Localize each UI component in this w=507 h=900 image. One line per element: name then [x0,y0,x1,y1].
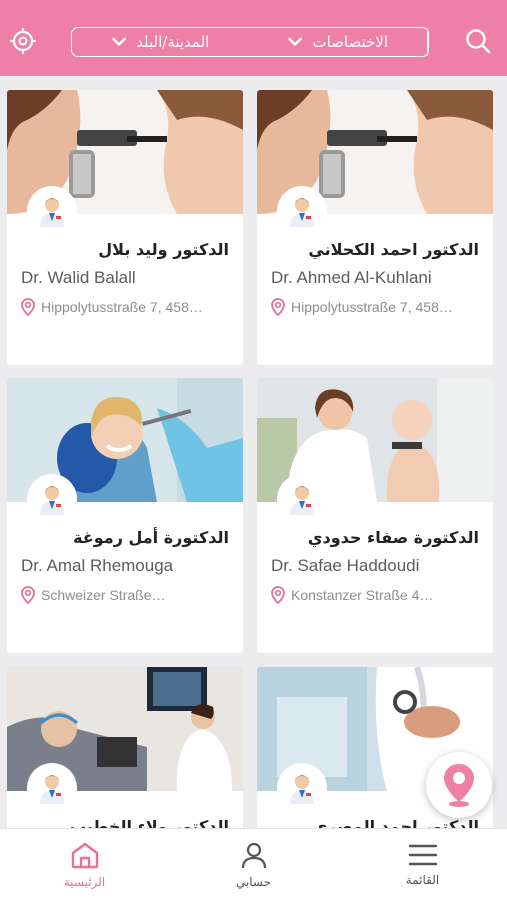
doctor-address: Konstanzer Straße 4… [271,586,433,604]
doctor-card[interactable]: الدكتورة صفاء حدودي Dr. Safae Haddoudi K… [257,378,493,653]
map-pin-icon [444,764,474,807]
specialty-filter-dropdown[interactable]: الاختصاصات [250,28,428,56]
location-pin-icon [271,586,285,604]
specialty-filter-label: الاختصاصات [312,33,389,51]
doctor-card[interactable]: الدكتور وليد بلال Dr. Walid Balall Hippo… [7,90,243,365]
home-icon [71,842,98,868]
doctor-name-english: Dr. Amal Rhemouga [21,556,174,575]
nav-account-label: حسابي [235,874,272,889]
doctor-name-arabic: الدكتور ولاء الخطيب [69,817,229,828]
location-pin-icon [271,298,285,316]
doctor-address-text: Schweizer Straße… [41,587,166,603]
menu-icon [408,844,437,865]
chevron-down-icon [112,37,126,47]
doctor-avatar-icon [279,476,325,522]
app-header: المدينة/البلد الاختصاصات [0,0,507,76]
doctor-name-english: Dr. Walid Balall [21,268,136,287]
map-view-button[interactable] [426,752,492,818]
chevron-down-icon [288,37,303,47]
city-filter-label: المدينة/البلد [136,33,210,51]
nav-account[interactable]: حسابي [169,829,338,900]
doctor-name-english: Dr. Ahmed Al-Kuhlani [271,268,432,287]
nav-menu-label: القائمة [405,872,440,887]
doctor-card[interactable]: الدكتور احمد الكحلاني Dr. Ahmed Al-Kuhla… [257,90,493,365]
doctor-avatar-icon [279,188,325,234]
user-icon [241,842,266,868]
city-filter-dropdown[interactable]: المدينة/البلد [72,28,250,56]
filter-bar: المدينة/البلد الاختصاصات [71,27,429,57]
doctor-card[interactable]: الدكتورة أمل رموغة Dr. Amal Rhemouga Sch… [7,378,243,653]
doctor-address-text: Hippolytusstraße 7, 458… [41,299,203,315]
location-pin-icon [21,586,35,604]
doctor-address: Hippolytusstraße 7, 458… [21,298,203,316]
doctor-avatar-icon [29,188,75,234]
crosshair-icon[interactable] [8,26,38,56]
doctor-name-arabic: الدكتور وليد بلال [98,240,229,259]
doctor-card[interactable]: الدكتور ولاء الخطيب [7,667,243,828]
doctor-address-text: Konstanzer Straße 4… [291,587,434,603]
nav-home-label: الرئيسية [63,874,106,889]
bottom-navigation: الرئيسية حسابي القائمة [0,828,507,900]
nav-home[interactable]: الرئيسية [0,829,169,900]
doctor-avatar-icon [279,765,325,811]
doctor-name-english: Dr. Safae Haddoudi [271,556,420,575]
doctor-address-text: Hippolytusstraße 7, 458… [291,299,453,315]
doctor-name-arabic: الدكتور احمد المصري [312,817,479,828]
nav-menu[interactable]: القائمة [338,829,507,900]
doctor-avatar-icon [29,476,75,522]
doctor-avatar-icon [29,765,75,811]
doctor-name-arabic: الدكتورة أمل رموغة [73,528,229,547]
doctor-address: Schweizer Straße… [21,586,165,604]
doctor-list: الدكتور احمد الكحلاني Dr. Ahmed Al-Kuhla… [0,76,507,828]
doctor-name-arabic: الدكتورة صفاء حدودي [307,528,479,547]
search-icon[interactable] [463,26,493,56]
location-pin-icon [21,298,35,316]
doctor-name-arabic: الدكتور احمد الكحلاني [308,240,479,259]
doctor-address: Hippolytusstraße 7, 458… [271,298,453,316]
